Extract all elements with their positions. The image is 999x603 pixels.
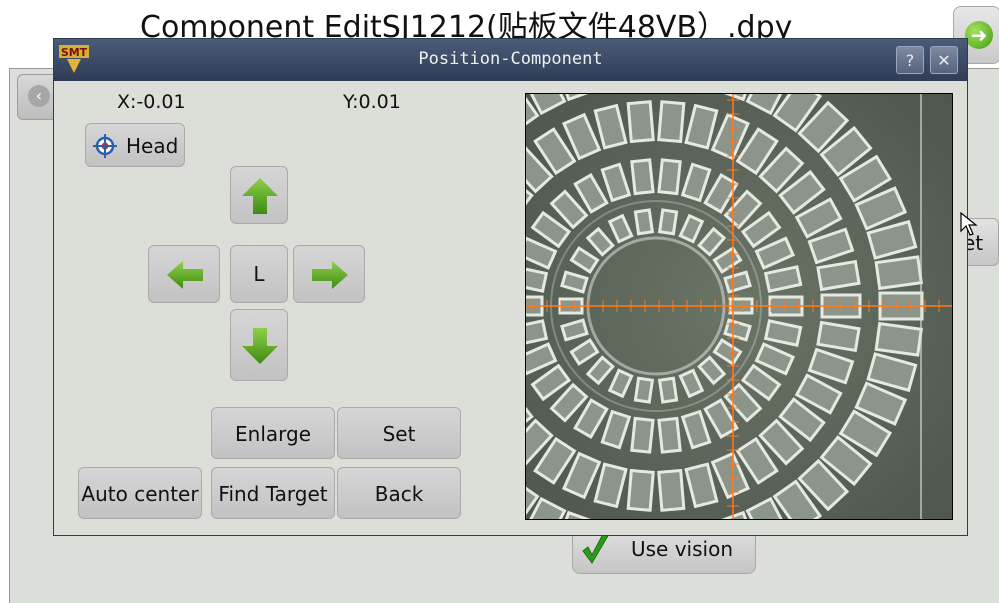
move-up-button[interactable] [230, 166, 288, 224]
solder-pad [633, 208, 655, 236]
solder-pad [657, 158, 682, 196]
close-button[interactable]: ✕ [930, 46, 958, 74]
head-button[interactable]: Head [85, 123, 185, 167]
solder-pad [630, 416, 655, 454]
dialog-titlebar: SMT Position-Component ? ✕ [54, 39, 967, 81]
auto-center-button[interactable]: Auto center [78, 467, 202, 519]
camera-feed-image [526, 94, 952, 519]
back-circle-icon: ‹ [28, 85, 50, 107]
solder-pad [874, 255, 923, 291]
y-coordinate-readout: Y:0.01 [343, 91, 401, 113]
solder-pad [816, 259, 861, 292]
solder-pad [816, 320, 861, 353]
green-back-arrow-icon: ➜ [965, 21, 993, 49]
down-arrow-icon [242, 328, 278, 364]
solder-pad [626, 468, 655, 512]
crosshair-target-icon [93, 134, 117, 158]
right-arrow-icon [312, 261, 348, 289]
camera-view[interactable] [525, 93, 953, 520]
solder-pad [657, 208, 679, 236]
solder-pad [657, 468, 686, 512]
solder-pad [626, 100, 655, 144]
x-coordinate-readout: X:-0.01 [117, 91, 186, 113]
move-right-button[interactable] [293, 245, 365, 303]
find-target-button[interactable]: Find Target [211, 467, 335, 519]
position-component-dialog: SMT Position-Component ? ✕ X:-0.01 Y:0.0… [53, 38, 968, 536]
center-l-button[interactable]: L [230, 245, 288, 303]
mouse-cursor-icon [960, 212, 978, 236]
head-label: Head [126, 134, 179, 158]
checkmark-icon [582, 531, 610, 564]
window-title: Component EditSJ1212(贴板文件48VB）.dpy [140, 10, 793, 40]
solder-pad [630, 158, 655, 196]
use-vision-label: Use vision [631, 537, 734, 561]
solder-pad [657, 376, 679, 404]
move-left-button[interactable] [148, 245, 220, 303]
back-button[interactable]: Back [337, 467, 461, 519]
set-button[interactable]: Set [337, 407, 461, 459]
dialog-title: Position-Component [418, 49, 603, 69]
enlarge-button[interactable]: Enlarge [211, 407, 335, 459]
solder-pad [633, 376, 655, 404]
up-arrow-icon [242, 178, 278, 214]
left-arrow-icon [167, 261, 203, 289]
help-button[interactable]: ? [896, 46, 924, 74]
solder-pad [657, 100, 686, 144]
solder-pad [657, 416, 682, 454]
solder-pad [874, 321, 923, 357]
move-down-button[interactable] [230, 309, 288, 381]
